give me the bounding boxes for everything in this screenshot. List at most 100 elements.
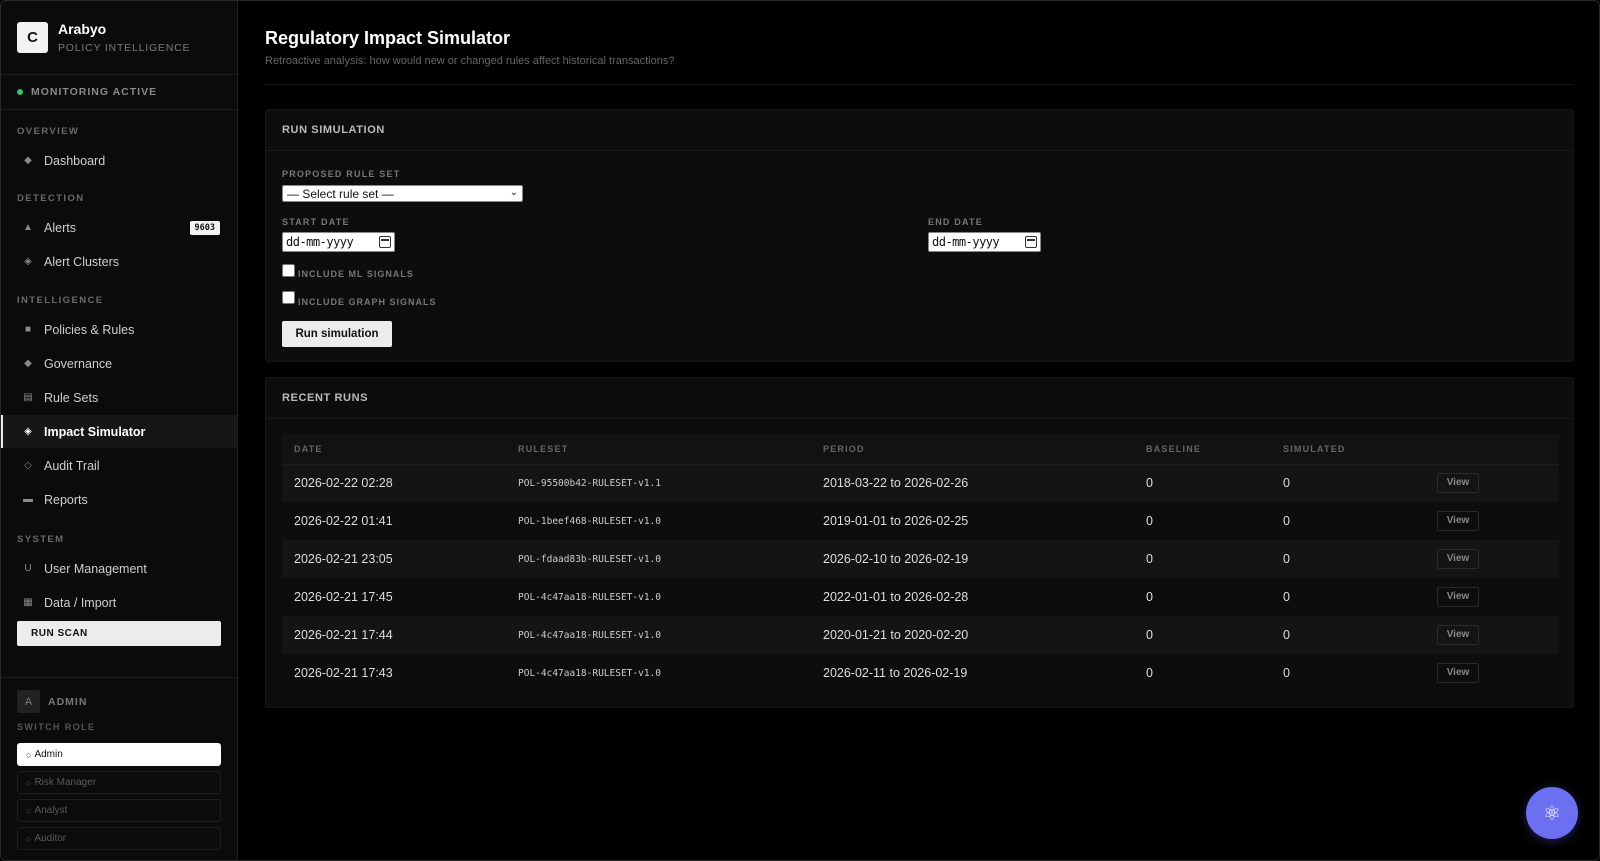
table-row: 2026-02-21 17:43 POL-4c47aa18-RULESET-v1… [282, 654, 1559, 692]
nav-section-system: SYSTEM [17, 534, 65, 545]
run-baseline: 0 [1146, 666, 1153, 680]
rule-set-select[interactable]: — Select rule set — ⌄ [282, 185, 523, 202]
sidebar-item-user-management[interactable]: U User Management [1, 552, 237, 585]
main-content: Regulatory Impact Simulator Retroactive … [238, 1, 1599, 860]
run-simulation-panel: RUN SIMULATION PROPOSED RULE SET — Selec… [265, 109, 1574, 362]
role-option-admin[interactable]: ○ Admin [17, 743, 221, 766]
run-simulated: 0 [1283, 552, 1290, 566]
run-date: 2026-02-21 17:45 [294, 590, 393, 604]
alerts-count-badge: 9603 [189, 220, 220, 235]
calendar-icon[interactable] [1025, 236, 1037, 248]
run-date: 2026-02-21 17:43 [294, 666, 393, 680]
radio-icon: ○ [26, 749, 32, 760]
monitoring-status: MONITORING ACTIVE [1, 75, 237, 110]
cluster-diamond-icon: ◈ [24, 426, 32, 437]
table-row: 2026-02-21 17:44 POL-4c47aa18-RULESET-v1… [282, 616, 1559, 654]
assistant-fab-button[interactable]: ⚛ [1526, 787, 1578, 839]
page-subtitle: Retroactive analysis: how would new or c… [265, 55, 675, 67]
chevron-down-icon: ⌄ [509, 187, 518, 198]
nav-section-detection: DETECTION [17, 193, 85, 204]
sidebar-item-rule-sets[interactable]: ▤ Rule Sets [1, 381, 237, 414]
u-icon: U [24, 563, 32, 574]
view-run-button[interactable]: View [1437, 511, 1479, 531]
run-simulated: 0 [1283, 476, 1290, 491]
ml-signals-label: INCLUDE ML SIGNALS [298, 269, 414, 279]
view-run-button[interactable]: View [1437, 625, 1479, 645]
role-label: Analyst [34, 805, 68, 816]
column-header-actions [1437, 434, 1559, 465]
sidebar-item-policies-rules[interactable]: ■ Policies & Rules [1, 313, 237, 346]
start-date-placeholder: dd-mm-yyyy [286, 235, 354, 249]
table-header-row: DATE RULESET PERIOD BASELINE SIMULATED [282, 434, 1559, 465]
role-label: Auditor [34, 833, 67, 844]
rectangle-icon: ▬ [23, 494, 33, 505]
view-run-button[interactable]: View [1437, 473, 1479, 494]
sidebar-item-label: Data / Import [44, 595, 117, 610]
rule-set-select-value: — Select rule set — [287, 186, 394, 201]
run-date: 2026-02-21 23:05 [294, 552, 393, 566]
role-option-analyst[interactable]: ○ Analyst [17, 799, 221, 822]
table-row: 2026-02-22 02:28 POL-95500b42-RULESET-v1… [282, 464, 1559, 502]
view-run-button[interactable]: View [1437, 663, 1479, 683]
calendar-icon[interactable] [379, 236, 391, 248]
run-simulated: 0 [1283, 666, 1290, 680]
list-icon: ▤ [23, 392, 33, 403]
monitoring-status-label: MONITORING ACTIVE [31, 86, 158, 98]
run-baseline: 0 [1146, 552, 1153, 566]
triangle-icon: ▲ [23, 222, 33, 233]
role-label: Risk Manager [34, 777, 97, 788]
run-period: 2022-01-01 to 2026-02-28 [823, 590, 969, 604]
sidebar-item-audit-trail[interactable]: ◇ Audit Trail [1, 449, 237, 482]
sidebar-item-reports[interactable]: ▬ Reports [1, 483, 237, 516]
column-header-simulated: SIMULATED [1283, 434, 1437, 465]
run-ruleset: POL-4c47aa18-RULESET-v1.0 [518, 629, 661, 641]
run-simulated: 0 [1283, 514, 1290, 528]
sidebar-item-impact-simulator[interactable]: ◈ Impact Simulator [1, 415, 237, 448]
end-date-label: END DATE [928, 217, 983, 227]
view-run-button[interactable]: View [1437, 549, 1479, 569]
table-row: 2026-02-22 01:41 POL-1beef468-RULESET-v1… [282, 502, 1559, 540]
sidebar-item-data-import[interactable]: ▦ Data / Import [1, 586, 237, 619]
diamond-icon: ◆ [24, 155, 32, 166]
column-header-ruleset: RULESET [518, 434, 823, 465]
column-header-baseline: BASELINE [1146, 434, 1283, 465]
user-role-name: ADMIN [48, 695, 88, 708]
avatar: A [17, 690, 40, 713]
sidebar-item-dashboard[interactable]: ◆ Dashboard [1, 144, 237, 177]
sidebar-item-governance[interactable]: ◆ Governance [1, 347, 237, 380]
sidebar-item-label: Alert Clusters [44, 254, 120, 269]
radio-icon: ○ [26, 833, 32, 844]
recent-runs-table: DATE RULESET PERIOD BASELINE SIMULATED 2… [282, 434, 1559, 692]
status-dot-icon [17, 89, 23, 95]
end-date-input[interactable]: dd-mm-yyyy [928, 232, 1041, 252]
start-date-label: START DATE [282, 217, 350, 227]
role-option-auditor[interactable]: ○ Auditor [17, 827, 221, 850]
sidebar-item-label: User Management [44, 561, 147, 576]
run-date: 2026-02-22 02:28 [294, 476, 393, 491]
run-scan-button[interactable]: RUN SCAN [17, 621, 221, 646]
run-period: 2026-02-10 to 2026-02-19 [823, 552, 969, 566]
view-run-button[interactable]: View [1437, 587, 1479, 607]
sidebar: C Arabyo POLICY INTELLIGENCE MONITORING … [1, 1, 238, 860]
sidebar-item-alerts[interactable]: ▲ Alerts 9603 [1, 211, 237, 244]
sidebar-item-alert-clusters[interactable]: ◈ Alert Clusters [1, 245, 237, 278]
run-ruleset: POL-95500b42-RULESET-v1.1 [518, 477, 661, 489]
sidebar-item-label: Impact Simulator [44, 424, 146, 439]
start-date-input[interactable]: dd-mm-yyyy [282, 232, 395, 252]
brand-name: Arabyo [58, 21, 107, 37]
cluster-diamond-icon: ◈ [24, 256, 32, 267]
sidebar-item-label: Rule Sets [44, 390, 99, 405]
diamond-icon: ◆ [24, 358, 32, 369]
run-baseline: 0 [1146, 476, 1153, 491]
run-simulation-button[interactable]: Run simulation [282, 321, 392, 347]
run-simulated: 0 [1283, 590, 1290, 604]
role-label: Admin [34, 749, 63, 760]
grid-square-icon: ▦ [23, 597, 33, 608]
graph-signals-checkbox[interactable] [282, 291, 295, 304]
role-option-risk-manager[interactable]: ○ Risk Manager [17, 771, 221, 794]
brand[interactable]: C Arabyo POLICY INTELLIGENCE [1, 1, 237, 75]
column-header-date: DATE [282, 434, 518, 465]
panel-heading: RECENT RUNS [266, 378, 1573, 419]
run-simulated: 0 [1283, 628, 1290, 642]
ml-signals-checkbox[interactable] [282, 264, 295, 277]
